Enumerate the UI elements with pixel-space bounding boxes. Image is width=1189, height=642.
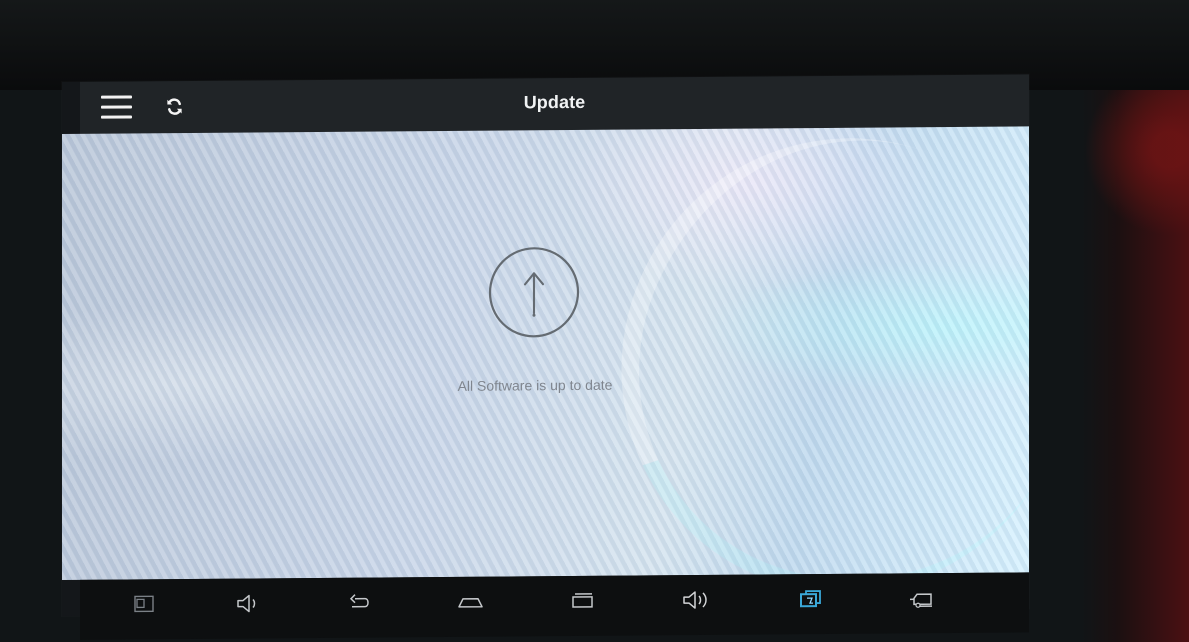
app-title-bar: Update — [80, 74, 1029, 134]
update-content-area: All Software is up to date — [62, 126, 1029, 581]
vehicle-icon[interactable] — [906, 585, 940, 611]
device-photo: Update All Software is up to date — [0, 0, 1189, 642]
volume-up-icon[interactable] — [678, 587, 712, 613]
recent-apps-icon[interactable] — [565, 588, 599, 614]
android-navigation-bar — [80, 572, 1029, 640]
diagnostic-app-icon[interactable] — [793, 586, 827, 612]
update-status-message: All Software is up to date — [457, 376, 613, 394]
home-icon[interactable] — [453, 589, 487, 615]
page-title: Update — [523, 91, 586, 113]
volume-down-icon[interactable] — [230, 590, 264, 616]
back-icon[interactable] — [342, 590, 376, 616]
tablet-screen: Update All Software is up to date — [62, 74, 1029, 640]
upload-arrow-icon — [488, 247, 580, 338]
screenshot-icon[interactable] — [127, 591, 161, 617]
